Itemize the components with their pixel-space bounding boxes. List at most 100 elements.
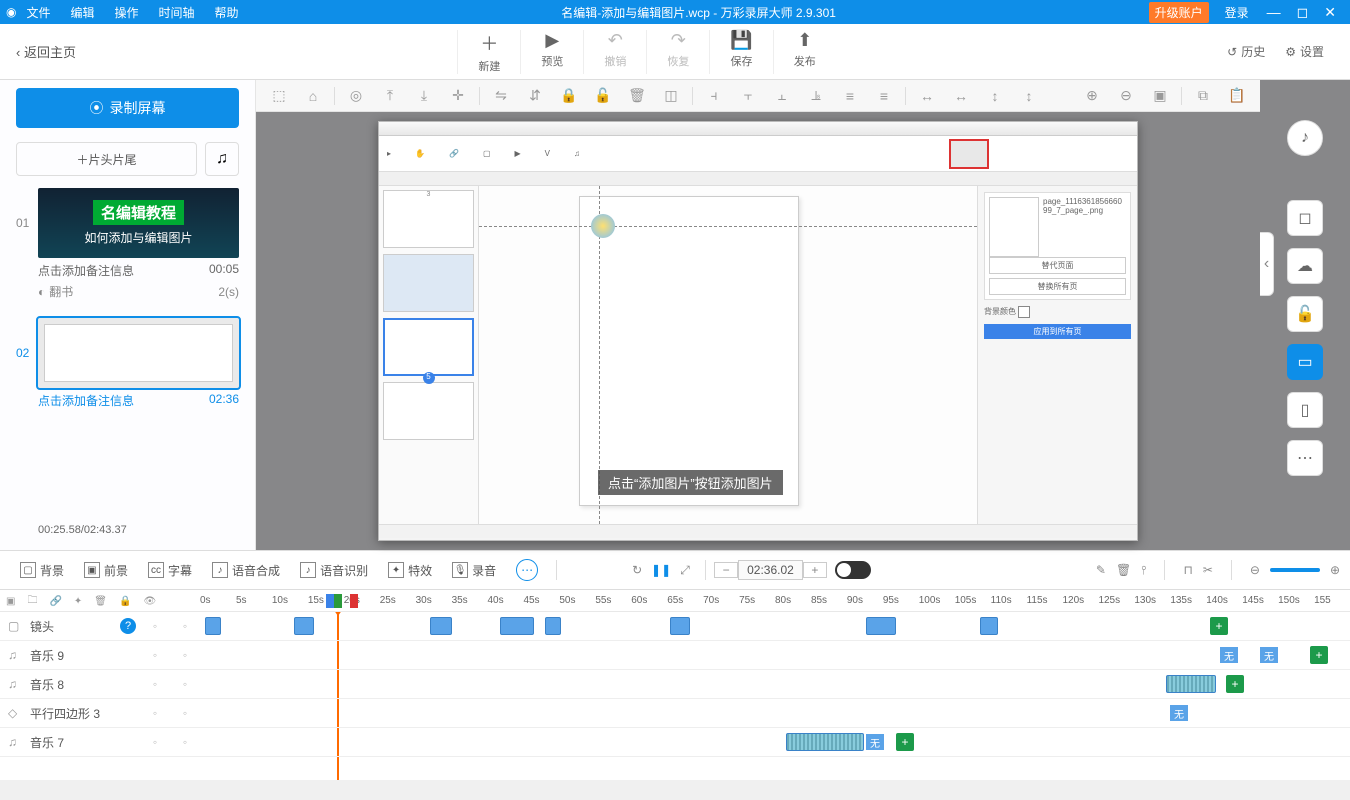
tool-d3[interactable]: ↕ [978, 84, 1012, 108]
track-music7[interactable]: ♫音乐 7 ◦◦ 无 + [0, 728, 1350, 757]
tool-a5[interactable]: ≡ [833, 84, 867, 108]
tool-a6[interactable]: ≡ [867, 84, 901, 108]
rt-cloud[interactable]: ☁ [1287, 248, 1323, 284]
fullscreen-button[interactable]: ⤢ [673, 563, 697, 578]
maximize-button[interactable]: ◻ [1289, 4, 1317, 21]
tt-rec[interactable]: 🎙录音 [442, 562, 506, 579]
rt-eye-icon[interactable]: 👁 [143, 596, 156, 607]
rt-fx-icon[interactable]: ✦ [74, 596, 82, 607]
zoom-out[interactable]: ⊖ [1109, 84, 1143, 108]
tl-zoom-slider[interactable] [1270, 568, 1320, 572]
zoom-fit[interactable]: ▣ [1143, 84, 1177, 108]
tt-sub[interactable]: cc字幕 [138, 562, 202, 579]
redo-button[interactable]: ↷恢复 [646, 30, 709, 74]
tool-target[interactable]: ◎ [339, 84, 373, 108]
track-music8[interactable]: ♫音乐 8 ◦◦ + [0, 670, 1350, 699]
publish-button[interactable]: ⬆发布 [773, 30, 836, 74]
rt-mobile[interactable]: ▯ [1287, 392, 1323, 428]
tool-home[interactable]: ⌂ [296, 84, 330, 108]
rt-lock-icon[interactable]: 🔒 [119, 596, 131, 607]
tl-cut[interactable]: ✂ [1203, 563, 1213, 577]
head-tail-button[interactable]: ＋ 片头片尾 [16, 142, 197, 176]
track-music9[interactable]: ♫音乐 9 ◦◦ 无 无 + [0, 641, 1350, 670]
clip-thumbnail[interactable] [38, 318, 239, 388]
save-button[interactable]: 💾保存 [709, 30, 772, 74]
undo-button[interactable]: ↶撤销 [583, 30, 646, 74]
rt-desktop[interactable]: ▭ [1287, 344, 1323, 380]
clip-thumbnail[interactable]: 名编辑教程 如何添加与编辑图片 [38, 188, 239, 258]
tt-bg[interactable]: ▢背景 [10, 562, 74, 579]
tool-align-top[interactable]: ⤒ [373, 84, 407, 108]
tool-flip-v[interactable]: ⇵ [518, 84, 552, 108]
tool-d1[interactable]: ↔ [910, 84, 944, 108]
tool-align-center[interactable]: ✛ [441, 84, 475, 108]
new-button[interactable]: ＋新建 [457, 30, 520, 74]
track-camera[interactable]: ▢镜头 ? ◦◦ + [0, 612, 1350, 641]
tool-d4[interactable]: ↕ [1012, 84, 1046, 108]
tool-copy[interactable]: ⧉ [1186, 84, 1220, 108]
side-expand[interactable]: ‹ [1260, 232, 1274, 296]
tool-a1[interactable]: ⫞ [697, 84, 731, 108]
rt-link-icon[interactable]: 🔗 [49, 596, 61, 607]
tt-fg[interactable]: ▣前景 [74, 562, 138, 579]
tl-trash[interactable]: 🗑 [1116, 563, 1131, 577]
tool-a2[interactable]: ⫟ [731, 84, 765, 108]
rt-camera-icon[interactable]: ▣ [6, 596, 15, 607]
timeline-ruler[interactable]: ▣ 🗀 🔗 ✦ 🗑 🔒 👁 0s5s10s15s20s25s30s35s40s4… [0, 590, 1350, 612]
tl-edit[interactable]: ✎ [1096, 563, 1106, 577]
timecode[interactable]: 02:36.02 [738, 560, 803, 580]
tt-tts[interactable]: ♪语音合成 [202, 562, 290, 579]
menu-action[interactable]: 操作 [105, 4, 149, 21]
tool-d2[interactable]: ↔ [944, 84, 978, 108]
rt-frame[interactable]: ◻ [1287, 200, 1323, 236]
rt-music[interactable]: ♪ [1287, 120, 1323, 156]
back-home-button[interactable]: ‹ 返回主页 [0, 42, 92, 61]
tt-more[interactable]: ⋯ [516, 559, 538, 581]
clip-item-2[interactable]: 02 点击添加备注信息02:36 [16, 318, 239, 413]
record-screen-button[interactable]: ⦿录制屏幕 [16, 88, 239, 128]
tt-fx[interactable]: ✦特效 [378, 562, 442, 579]
tool-paste[interactable]: 📋 [1220, 84, 1254, 108]
close-button[interactable]: ✕ [1316, 4, 1344, 21]
tc-minus[interactable]: − [714, 562, 738, 578]
tc-toggle[interactable] [835, 561, 871, 579]
rt-unlock[interactable]: 🔓 [1287, 296, 1323, 332]
minimize-button[interactable]: — [1259, 4, 1289, 20]
tt-asr[interactable]: ♪语音识别 [290, 562, 378, 579]
transition-name[interactable]: 翻书 [49, 285, 73, 299]
preview-button[interactable]: ▶预览 [520, 30, 583, 74]
rt-folder-icon[interactable]: 🗀 [27, 593, 37, 610]
settings-button[interactable]: ⚙设置 [1275, 43, 1334, 60]
clip-note[interactable]: 点击添加备注信息 [38, 392, 134, 409]
tl-filter[interactable]: ⫯ [1141, 563, 1146, 578]
tool-delete[interactable]: 🗑 [620, 84, 654, 108]
loop-button[interactable]: ↻ [625, 563, 649, 577]
tc-plus[interactable]: + [803, 562, 827, 578]
menu-edit[interactable]: 编辑 [61, 4, 105, 21]
zoom-in[interactable]: ⊕ [1075, 84, 1109, 108]
timeline[interactable]: ▢镜头 ? ◦◦ + ♫音乐 9 ◦◦ 无 无 + ♫音乐 8 ◦◦ + [0, 612, 1350, 780]
tool-unlock[interactable]: 🔓 [586, 84, 620, 108]
upgrade-button[interactable]: 升级账户 [1149, 2, 1209, 23]
tool-align-bottom[interactable]: ⤓ [407, 84, 441, 108]
login-button[interactable]: 登录 [1215, 4, 1259, 21]
tool-flip-h[interactable]: ⇋ [484, 84, 518, 108]
tl-zoom-in[interactable]: ⊕ [1330, 563, 1340, 577]
pause-button[interactable]: ❚❚ [649, 563, 673, 577]
rt-more[interactable]: ⋯ [1287, 440, 1323, 476]
tool-crop[interactable]: ◫ [654, 84, 688, 108]
menu-file[interactable]: 文件 [16, 4, 60, 21]
tool-a3[interactable]: ⫠ [765, 84, 799, 108]
tool-lock[interactable]: 🔒 [552, 84, 586, 108]
bgm-button[interactable]: ♫ [205, 142, 239, 176]
tl-magnet[interactable]: ⊓ [1183, 563, 1192, 577]
rt-trash-icon[interactable]: 🗑 [94, 596, 107, 607]
tool-a4[interactable]: ⫡ [799, 84, 833, 108]
clip-note[interactable]: 点击添加备注信息 [38, 262, 134, 279]
track-shape[interactable]: ◇平行四边形 3 ◦◦ 无 [0, 699, 1350, 728]
menu-timeline[interactable]: 时间轴 [149, 4, 205, 21]
canvas[interactable]: ▸✋🔗▢▶V♫ 3 5 [256, 112, 1260, 550]
tool-cursor[interactable]: ⬚ [262, 84, 296, 108]
menu-help[interactable]: 帮助 [205, 4, 249, 21]
tl-zoom-out[interactable]: ⊖ [1250, 563, 1260, 577]
